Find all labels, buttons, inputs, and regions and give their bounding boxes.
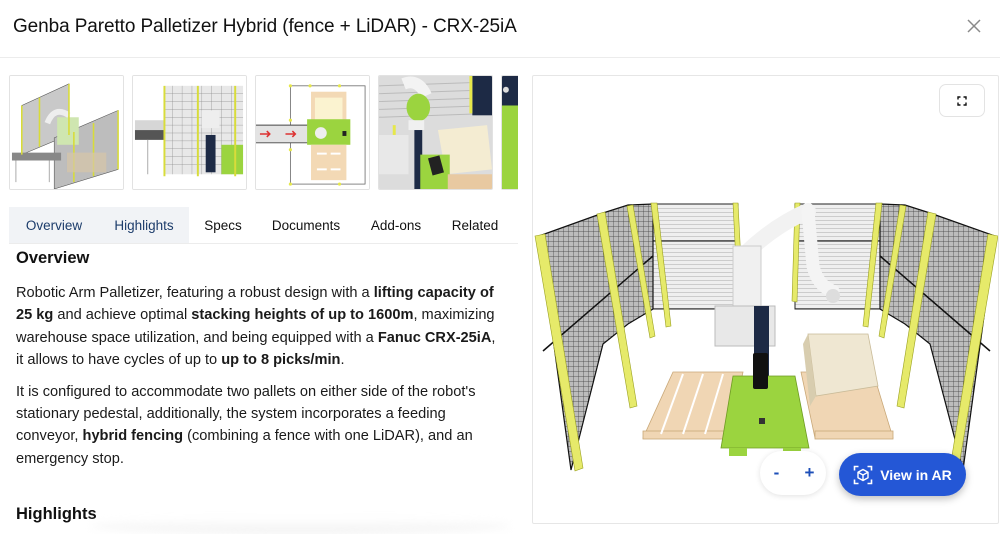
- cycle-rate: up to 8 picks/min: [221, 352, 341, 369]
- ar-cube-icon: [853, 465, 873, 484]
- overview-paragraph-2: It is configured to accommodate two pall…: [16, 381, 506, 471]
- modal-header: Genba Paretto Palletizer Hybrid (fence +…: [0, 0, 1000, 58]
- product-title: Genba Paretto Palletizer Hybrid (fence +…: [13, 16, 517, 37]
- text: Robotic Arm Palletizer, featuring a robu…: [16, 285, 374, 301]
- tab-overview[interactable]: Overview: [9, 207, 99, 243]
- thumbnail-closeup-robot[interactable]: [378, 75, 493, 190]
- tab-documents[interactable]: Documents: [257, 207, 355, 243]
- thumbnail-strip: [9, 75, 518, 190]
- close-icon[interactable]: [965, 17, 983, 35]
- zoom-out-button[interactable]: -: [760, 451, 793, 495]
- fullscreen-button[interactable]: [939, 84, 985, 117]
- view-in-ar-label: View in AR: [880, 466, 952, 483]
- fencing-type: hybrid fencing: [82, 428, 184, 445]
- overview-paragraph-1: Robotic Arm Palletizer, featuring a robu…: [16, 282, 506, 372]
- 3d-model-viewer[interactable]: - + View in AR: [532, 75, 999, 524]
- thumbnail-partial-thumbnail[interactable]: [501, 75, 518, 190]
- overview-heading: Overview: [16, 249, 90, 267]
- scroll-fade: [90, 518, 510, 534]
- thumbnail-isometric-overview[interactable]: [9, 75, 124, 190]
- fullscreen-icon: [957, 95, 967, 106]
- tab-bar: Overview Highlights Specs Documents Add-…: [9, 207, 518, 244]
- robot-model: Fanuc CRX-25iA: [377, 329, 492, 346]
- tab-highlights[interactable]: Highlights: [99, 207, 189, 243]
- thumbnail-top-view[interactable]: [255, 75, 370, 190]
- zoom-controls: - +: [760, 451, 826, 495]
- thumbnail-side-view[interactable]: [132, 75, 247, 190]
- highlights-heading: Highlights: [16, 505, 97, 523]
- zoom-in-button[interactable]: +: [793, 451, 826, 495]
- text: .: [340, 352, 345, 369]
- overview-section: Overview Robotic Arm Palletizer, featuri…: [16, 247, 506, 470]
- tab-related[interactable]: Related: [437, 207, 513, 243]
- tab-specs[interactable]: Specs: [189, 207, 257, 243]
- tab-add-ons[interactable]: Add-ons: [355, 207, 437, 243]
- view-in-ar-button[interactable]: View in AR: [839, 453, 966, 496]
- text: and achieve optimal: [53, 307, 192, 324]
- stacking-height: stacking heights of up to 1600m: [191, 307, 414, 324]
